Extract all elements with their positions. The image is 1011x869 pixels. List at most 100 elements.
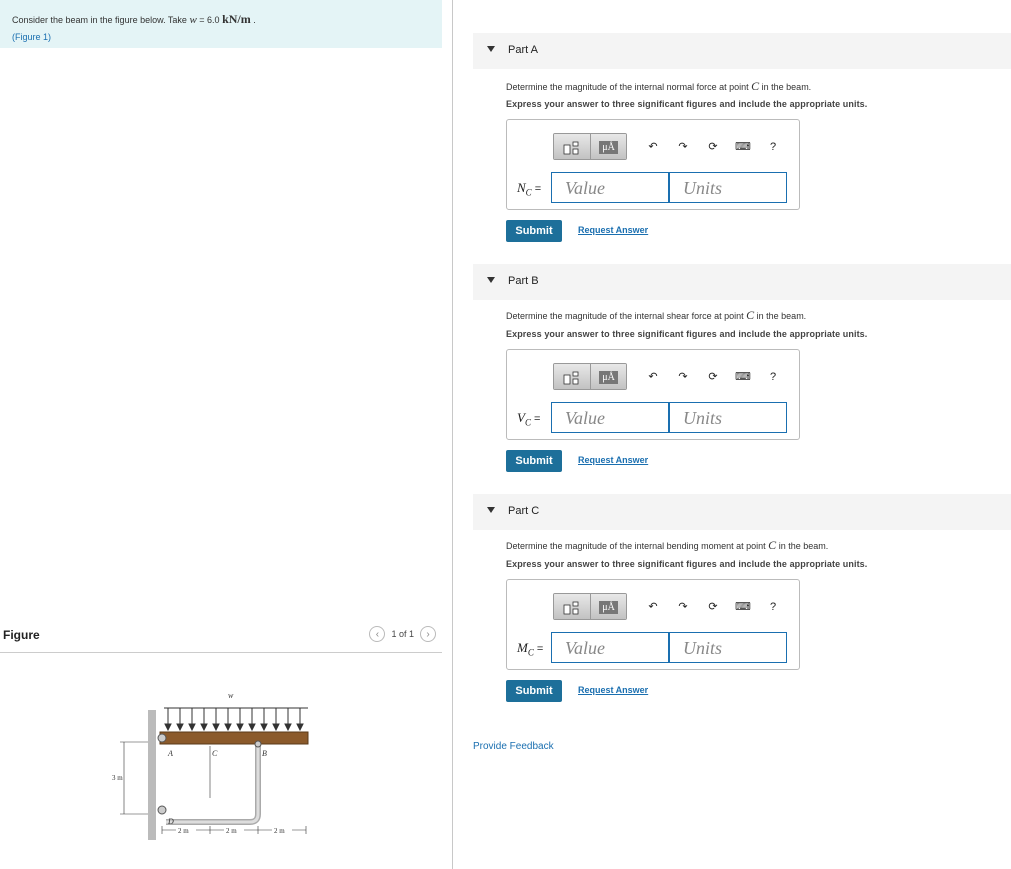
part-a-units-input[interactable]: Units: [669, 172, 787, 203]
problem-text: Consider the beam in the figure below. T…: [12, 12, 430, 27]
part-b-header[interactable]: Part B: [473, 264, 1011, 300]
figure-header: Figure ‹ 1 of 1 ›: [0, 626, 442, 653]
caret-down-icon: [487, 507, 495, 513]
part-c-var-symbol: M: [517, 640, 528, 655]
redo-icon[interactable]: ↷: [671, 137, 695, 157]
undo-icon[interactable]: ↶: [641, 137, 665, 157]
part-b-request-answer-link[interactable]: Request Answer: [578, 455, 648, 465]
chevron-right-icon[interactable]: ›: [420, 626, 436, 642]
mu-units-label: μÅ: [599, 141, 618, 154]
part-b-submit-button[interactable]: Submit: [506, 450, 562, 472]
part-b-var-label: VC =: [517, 410, 541, 428]
part-a-title: Part A: [508, 44, 538, 56]
part-c-value-input[interactable]: Value: [551, 632, 669, 663]
part-b-units-input[interactable]: Units: [669, 402, 787, 433]
part-a-submit-button[interactable]: Submit: [506, 220, 562, 242]
part-a-question-tail: in the beam.: [759, 82, 812, 92]
part-a-value-input[interactable]: Value: [551, 172, 669, 203]
figure-pager: ‹ 1 of 1 ›: [369, 626, 436, 642]
problem-var: w: [189, 14, 197, 26]
keyboard-icon[interactable]: ⌨: [731, 597, 755, 617]
figure-title: Figure: [3, 628, 40, 642]
height-label: 3 m: [112, 774, 123, 782]
chevron-left-icon[interactable]: ‹: [369, 626, 386, 642]
help-icon[interactable]: ?: [761, 597, 785, 617]
templates-icon[interactable]: [554, 594, 590, 619]
beam: [159, 731, 309, 745]
reset-icon[interactable]: ⟳: [701, 367, 725, 387]
part-c-answer-box: μÅ ↶ ↷ ⟳ ⌨ ? MC = Value Units: [506, 579, 800, 670]
part-b-question: Determine the magnitude of the internal …: [506, 308, 806, 323]
beam-figure: w A C B D 3 m 2 m 2 m 2 m: [112, 691, 309, 840]
reset-icon[interactable]: ⟳: [701, 597, 725, 617]
dim-1-label: 2 m: [178, 827, 189, 835]
part-c-request-answer-link[interactable]: Request Answer: [578, 685, 648, 695]
right-panel: Part A Determine the magnitude of the in…: [453, 0, 1011, 869]
load-label: w: [228, 691, 234, 700]
part-c-toolbar: μÅ ↶ ↷ ⟳ ⌨ ?: [553, 593, 785, 620]
problem-equals: = 6.0: [196, 15, 223, 25]
part-c-header[interactable]: Part C: [473, 494, 1011, 530]
part-b-answer-box: μÅ ↶ ↷ ⟳ ⌨ ? VC = Value Units: [506, 349, 800, 440]
caret-down-icon: [487, 46, 495, 52]
mu-units-icon[interactable]: μÅ: [590, 594, 626, 619]
part-b-point: C: [746, 308, 755, 322]
mu-units-icon[interactable]: μÅ: [590, 364, 626, 389]
redo-icon[interactable]: ↷: [671, 597, 695, 617]
figure-link[interactable]: (Figure 1): [12, 32, 51, 42]
keyboard-icon[interactable]: ⌨: [731, 367, 755, 387]
part-c-question: Determine the magnitude of the internal …: [506, 538, 828, 553]
part-a-request-answer-link[interactable]: Request Answer: [578, 225, 648, 235]
provide-feedback-link[interactable]: Provide Feedback: [473, 741, 554, 752]
left-panel: Consider the beam in the figure below. T…: [0, 0, 452, 869]
keyboard-icon[interactable]: ⌨: [731, 137, 755, 157]
part-a-var-label: NC =: [517, 180, 542, 198]
problem-unit: kN/m: [222, 12, 251, 26]
part-b-question-lead: Determine the magnitude of the internal …: [506, 311, 747, 321]
redo-icon[interactable]: ↷: [671, 367, 695, 387]
problem-text-lead: Consider the beam in the figure below. T…: [12, 15, 190, 25]
point-b-label: B: [262, 749, 267, 758]
help-icon[interactable]: ?: [761, 367, 785, 387]
part-c-submit-button[interactable]: Submit: [506, 680, 562, 702]
part-a-question-lead: Determine the magnitude of the internal …: [506, 82, 752, 92]
templates-icon[interactable]: [554, 134, 590, 159]
problem-statement: Consider the beam in the figure below. T…: [0, 0, 442, 48]
part-b-value-input[interactable]: Value: [551, 402, 669, 433]
part-a-var-symbol: N: [517, 180, 526, 195]
wall: [148, 710, 156, 840]
dim-3-label: 2 m: [274, 827, 285, 835]
point-a-label: A: [167, 749, 173, 758]
part-c-title: Part C: [508, 505, 540, 517]
help-icon[interactable]: ?: [761, 137, 785, 157]
part-c-question-lead: Determine the magnitude of the internal …: [506, 541, 769, 551]
mu-units-label: μÅ: [599, 371, 618, 384]
part-a-instruction: Express your answer to three significant…: [506, 99, 868, 109]
part-c-point: C: [768, 538, 777, 552]
part-a-answer-box: μÅ ↶ ↷ ⟳ ⌨ ? NC = Value Units: [506, 119, 800, 210]
problem-text-tail: .: [250, 15, 256, 25]
part-a-question: Determine the magnitude of the internal …: [506, 79, 811, 94]
part-c-units-input[interactable]: Units: [669, 632, 787, 663]
part-b-title: Part B: [508, 275, 539, 287]
mu-units-icon[interactable]: μÅ: [590, 134, 626, 159]
part-b-var-symbol: V: [517, 410, 525, 425]
pager-text: 1 of 1: [391, 629, 414, 639]
part-b-question-tail: in the beam.: [754, 311, 807, 321]
part-c-question-tail: in the beam.: [776, 541, 829, 551]
part-c-instruction: Express your answer to three significant…: [506, 559, 868, 569]
part-a-point: C: [751, 79, 760, 93]
undo-icon[interactable]: ↶: [641, 367, 665, 387]
point-d-label: D: [167, 817, 174, 826]
part-c-var-label: MC =: [517, 640, 544, 658]
point-c-label: C: [212, 749, 218, 758]
part-b-instruction: Express your answer to three significant…: [506, 329, 868, 339]
undo-icon[interactable]: ↶: [641, 597, 665, 617]
dim-2-label: 2 m: [226, 827, 237, 835]
reset-icon[interactable]: ⟳: [701, 137, 725, 157]
part-a-toolbar: μÅ ↶ ↷ ⟳ ⌨ ?: [553, 133, 785, 160]
part-b-toolbar: μÅ ↶ ↷ ⟳ ⌨ ?: [553, 363, 785, 390]
caret-down-icon: [487, 277, 495, 283]
part-a-header[interactable]: Part A: [473, 33, 1011, 69]
templates-icon[interactable]: [554, 364, 590, 389]
